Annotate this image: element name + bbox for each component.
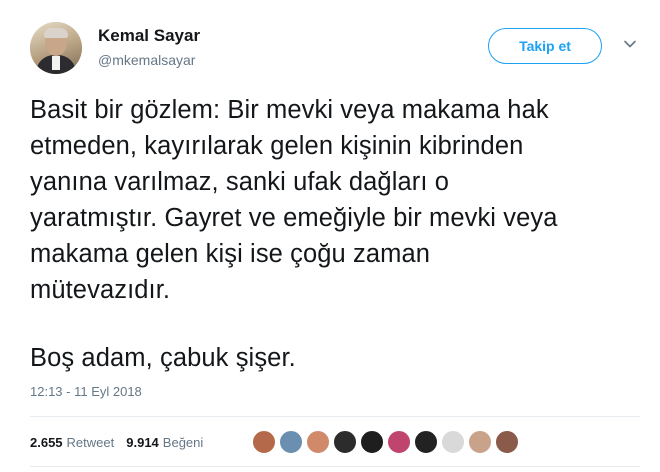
liker-avatar[interactable] bbox=[414, 430, 438, 454]
liker-avatar[interactable] bbox=[306, 430, 330, 454]
tweet-text-line: makama gelen kişi ise çoğu zaman bbox=[30, 240, 431, 268]
tweet-card: Kemal Sayar @mkemalsayar Takip et Basit … bbox=[0, 0, 660, 472]
tweet-text-line: yaratmıştır. Gayret ve emeğiyle bir mevk… bbox=[30, 204, 558, 232]
liker-avatar[interactable] bbox=[495, 430, 519, 454]
liker-avatar[interactable] bbox=[360, 430, 384, 454]
liker-avatar[interactable] bbox=[333, 430, 357, 454]
tweet-timestamp[interactable]: 12:13 - 11 Eyl 2018 bbox=[30, 384, 142, 399]
tweet-text-line: etmeden, kayırılarak gelen kişinin kibri… bbox=[30, 132, 524, 160]
tweet-closing-line: Boş adam, çabuk şişer. bbox=[30, 344, 296, 372]
tweet-header: Kemal Sayar @mkemalsayar Takip et bbox=[30, 22, 650, 82]
chevron-down-icon[interactable] bbox=[622, 36, 638, 52]
tweet-text-line: yanına varılmaz, sanki ufak dağları o bbox=[30, 168, 449, 196]
tweet-stats: 2.655 Retweet 9.914 Beğeni bbox=[30, 432, 203, 452]
avatar[interactable] bbox=[30, 22, 82, 74]
retweet-label[interactable]: Retweet bbox=[67, 435, 115, 450]
retweet-count[interactable]: 2.655 bbox=[30, 435, 63, 450]
tweet-text-line: mütevazıdır. bbox=[30, 276, 171, 304]
like-count[interactable]: 9.914 bbox=[126, 435, 159, 450]
liker-avatar[interactable] bbox=[468, 430, 492, 454]
tweet-text: Basit bir gözlem: Bir mevki veya makama … bbox=[30, 92, 630, 376]
liker-avatar[interactable] bbox=[279, 430, 303, 454]
follow-button[interactable]: Takip et bbox=[488, 28, 602, 64]
liker-avatar[interactable] bbox=[387, 430, 411, 454]
tweet-text-line: Basit bir gözlem: Bir mevki veya makama … bbox=[30, 96, 549, 124]
divider bbox=[30, 466, 640, 467]
liker-avatars bbox=[252, 430, 522, 456]
user-handle[interactable]: @mkemalsayar bbox=[98, 52, 195, 68]
user-name[interactable]: Kemal Sayar bbox=[98, 26, 200, 46]
liker-avatar[interactable] bbox=[441, 430, 465, 454]
liker-avatar[interactable] bbox=[252, 430, 276, 454]
like-label[interactable]: Beğeni bbox=[163, 435, 203, 450]
divider bbox=[30, 416, 640, 417]
